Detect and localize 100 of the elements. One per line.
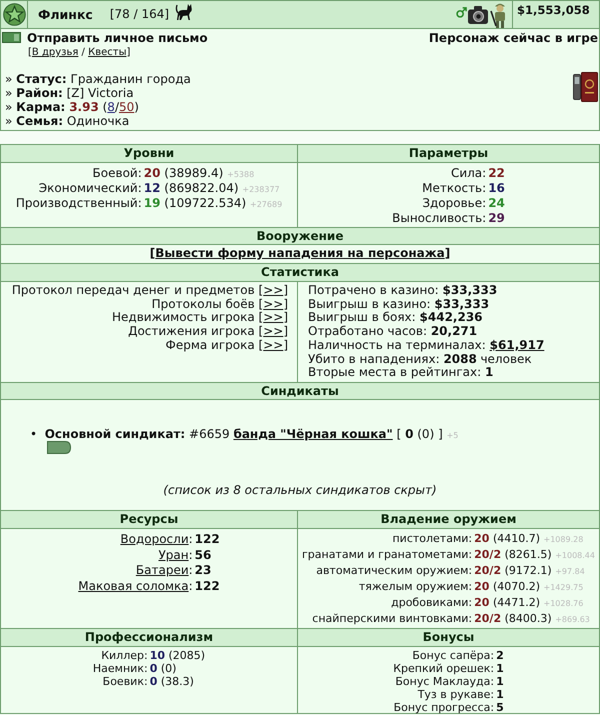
profession-label: Боевик:	[102, 675, 148, 688]
bonus-value: 5	[496, 701, 504, 714]
stat-link[interactable]: >>	[263, 324, 284, 338]
profession-level: 0	[150, 662, 158, 675]
resource-label: Уран:	[157, 548, 193, 563]
weapon-experience: (4410.7)	[492, 532, 540, 545]
stat-line: Потрачено в казино: $33,333	[308, 284, 498, 298]
weapon-experience: (8400.3)	[504, 612, 552, 625]
bonus-label: Бонус прогресса:	[393, 701, 494, 714]
online-status: Персонаж сейчас в игре	[428, 31, 598, 45]
level-value: 19	[144, 196, 160, 210]
level-experience: (38989.4)	[164, 166, 224, 180]
player-rank: [78 / 164]	[110, 7, 170, 22]
weapon-label: дробовиками:	[390, 595, 472, 611]
section-header: Параметры	[298, 145, 599, 162]
weapon-label: гранатами и гранатометами:	[302, 547, 472, 563]
weapon-label: пистолетами:	[391, 531, 472, 547]
resource-link[interactable]: Уран	[158, 548, 189, 562]
syndicate-line: • Основной синдикат: #6659 банда "Чёрная кошка" [ 0 (0) ] +5	[29, 427, 460, 441]
weapon-label: снайперскими винтовками:	[311, 611, 472, 627]
stat-line: Выигрыш в казино: $33,333	[308, 298, 490, 312]
weapon-label: автоматическим оружием:	[315, 563, 472, 579]
stat-line: Отработано часов: 20,271	[308, 325, 478, 339]
section-header: Владение оружием	[298, 511, 599, 528]
resource-value: 122	[194, 532, 220, 546]
karma-vote-link[interactable]: 50	[118, 100, 134, 114]
resource-label: Маковая соломка:	[78, 578, 193, 594]
bonus-value: 2	[496, 649, 504, 662]
weapon-level: 20/2	[474, 564, 502, 577]
profile-link[interactable]: Квесты	[88, 47, 126, 58]
phone-icon	[573, 74, 581, 100]
weapon-level: 20	[474, 596, 490, 609]
profession-level: 0	[150, 675, 158, 688]
section-header: Статистика	[1, 264, 599, 282]
weapon-label: тяжелым оружием:	[358, 579, 472, 595]
level-gain: +5388	[227, 170, 254, 179]
send-message-link[interactable]: Отправить личное письмо	[27, 31, 208, 45]
section-header: Профессионализм	[1, 629, 298, 646]
level-label: Производственный:	[16, 196, 142, 211]
profile-link[interactable]: В друзья	[32, 47, 78, 58]
money-amount: $1,553,058	[517, 3, 590, 17]
resource-link[interactable]: Водоросли	[120, 532, 189, 546]
star-icon	[2, 3, 26, 26]
karma-vote-link[interactable]: 8	[107, 100, 115, 114]
weapon-experience: (4070.2)	[492, 580, 540, 593]
stat-line: Наличность на терминалах: $61,917	[308, 338, 546, 353]
parameter-value: 29	[488, 211, 505, 225]
hidden-syndicates-note: (список из 8 остальных синдикатов скрыт)	[162, 483, 438, 497]
parameter-value: 24	[488, 196, 505, 210]
attack-form-link[interactable]: Вывести форму нападения на персонажа	[155, 246, 445, 260]
parameter-value: 16	[488, 181, 505, 195]
level-experience: (109722.534)	[164, 196, 246, 210]
stat-link-line: Недвижимость игрока [>>]	[110, 311, 288, 326]
friend-quest-links: [В друзья / Квесты]	[28, 47, 132, 59]
resource-value: 23	[194, 563, 212, 577]
resource-label: Водоросли:	[119, 532, 193, 548]
stat-value-link[interactable]: $61,917	[490, 338, 544, 352]
weapon-gain: +1028.76	[544, 599, 584, 608]
profession-level: 10	[150, 649, 165, 662]
level-label: Экономический:	[38, 181, 142, 196]
syndicate-link[interactable]: банда "Чёрная кошка"	[233, 427, 393, 441]
resource-link[interactable]: Маковая соломка	[78, 578, 189, 592]
stat-link[interactable]: >>	[263, 338, 284, 352]
profile-line: » Район: [Z] Victoria	[5, 86, 135, 100]
bonus-label: Туз в рукаве:	[416, 688, 494, 701]
message-icon	[2, 32, 21, 43]
level-value: 20	[144, 166, 160, 180]
bonus-value: 1	[496, 688, 504, 701]
parameter-label: Здоровье:	[421, 196, 486, 211]
camera-icon	[468, 6, 488, 24]
stat-line: Убито в нападениях: 2088 человек	[308, 352, 533, 366]
parameter-label: Выносливость:	[392, 211, 486, 226]
profession-experience: (38.3)	[160, 675, 194, 688]
resource-label: Батареи:	[134, 563, 193, 578]
bonus-value: 1	[496, 662, 504, 675]
tag-icon	[47, 441, 71, 454]
section-header: Бонусы	[298, 629, 599, 646]
weapon-level: 20/2	[474, 548, 502, 561]
level-label: Боевой:	[92, 166, 142, 181]
stat-link[interactable]: >>	[263, 296, 284, 311]
stat-link-line: Протоколы боёв [>>]	[150, 298, 288, 312]
stat-link-line: Протокол передач денег и предметов [>>]	[10, 284, 288, 298]
profession-label: Наемник:	[92, 662, 148, 675]
profile-line: » Семья: Одиночка	[5, 114, 130, 128]
parameter-label: Сила:	[450, 166, 486, 181]
parameter-value: 22	[488, 166, 505, 180]
bonus-label: Крепкий орешек:	[393, 662, 494, 675]
weapon-experience: (9172.1)	[504, 564, 552, 577]
stat-link[interactable]: >>	[263, 310, 284, 324]
weapon-experience: (8261.5)	[504, 548, 552, 561]
passport-icon	[581, 72, 598, 102]
section-header: Уровни	[1, 145, 298, 162]
level-gain: +238377	[242, 185, 280, 194]
weapon-gain: +1089.28	[544, 535, 584, 544]
weapon-level: 20	[474, 580, 490, 593]
weapon-gain: +1429.75	[544, 583, 584, 592]
stat-link[interactable]: >>	[263, 283, 284, 297]
weapon-gain: +97.84	[555, 567, 585, 576]
resource-link[interactable]: Батареи	[136, 563, 189, 577]
karma-line: » Карма: 3.93 (8/50)	[5, 100, 140, 114]
